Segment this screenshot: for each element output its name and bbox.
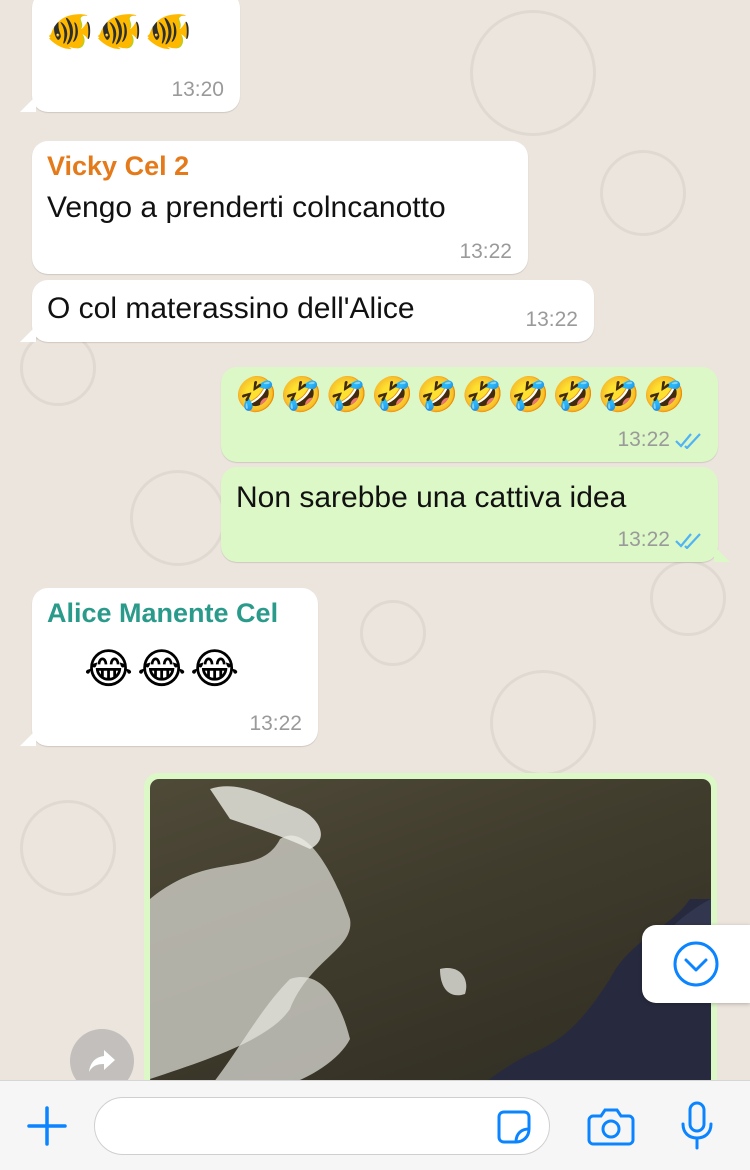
plus-icon xyxy=(27,1106,67,1146)
wallpaper-doodle xyxy=(650,560,726,636)
message-bubble-incoming[interactable]: O col materassino dell'Alice 13:22 xyxy=(20,280,594,342)
camera-button[interactable] xyxy=(584,1101,638,1151)
message-input-bar xyxy=(0,1080,750,1170)
wallpaper-doodle xyxy=(130,470,226,566)
sticker-button[interactable] xyxy=(492,1107,536,1147)
message-time: 13:20 xyxy=(171,78,224,101)
microphone-button[interactable] xyxy=(674,1097,720,1155)
read-ticks-icon xyxy=(675,433,701,449)
wallpaper-doodle xyxy=(470,10,596,136)
message-bubble-outgoing[interactable]: Non sarebbe una cattiva idea 13:22 xyxy=(221,467,730,562)
message-time: 13:22 xyxy=(459,240,512,263)
sender-name: Alice Manente Cel xyxy=(47,598,279,628)
wallpaper-doodle xyxy=(490,670,596,776)
chevron-down-circle-icon xyxy=(673,941,719,987)
message-time: 13:22 xyxy=(617,528,670,551)
scroll-to-bottom-button[interactable] xyxy=(642,925,750,1003)
message-emojis: 😂😂😂 xyxy=(84,645,244,692)
message-emojis: 🐠🐠🐠 xyxy=(46,11,194,53)
microphone-icon xyxy=(681,1101,713,1150)
forward-arrow-icon xyxy=(89,1050,115,1072)
message-image-outgoing[interactable] xyxy=(144,773,717,1093)
message-bubble-outgoing[interactable]: 🤣🤣🤣🤣🤣🤣🤣🤣🤣🤣 13:22 xyxy=(221,367,718,462)
sender-name: Vicky Cel 2 xyxy=(47,151,190,181)
message-emojis: 🤣🤣🤣🤣🤣🤣🤣🤣🤣🤣 xyxy=(235,376,689,414)
camera-icon xyxy=(587,1108,635,1146)
photo-content xyxy=(150,786,711,1087)
message-bubble-incoming[interactable]: Vicky Cel 2 Vengo a prenderti colncanott… xyxy=(32,141,528,274)
sticker-icon xyxy=(497,1110,531,1144)
wallpaper-doodle xyxy=(600,150,686,236)
message-text: Vengo a prenderti colncanotto xyxy=(47,191,446,224)
message-time: 13:22 xyxy=(525,308,578,331)
message-time: 13:22 xyxy=(249,712,302,735)
message-time: 13:22 xyxy=(617,428,670,451)
message-bubble-incoming[interactable]: Alice Manente Cel 😂😂😂 13:22 xyxy=(20,588,318,746)
message-text: Non sarebbe una cattiva idea xyxy=(236,481,627,514)
read-ticks-icon xyxy=(675,533,701,549)
attach-button[interactable] xyxy=(22,1101,72,1151)
message-input[interactable] xyxy=(94,1097,550,1155)
wallpaper-doodle xyxy=(360,600,426,666)
photo-thumbnail[interactable] xyxy=(150,779,711,1087)
message-text: O col materassino dell'Alice xyxy=(47,292,415,325)
wallpaper-doodle xyxy=(20,800,116,896)
message-bubble-incoming[interactable]: 🐠🐠🐠 13:20 xyxy=(20,0,240,112)
